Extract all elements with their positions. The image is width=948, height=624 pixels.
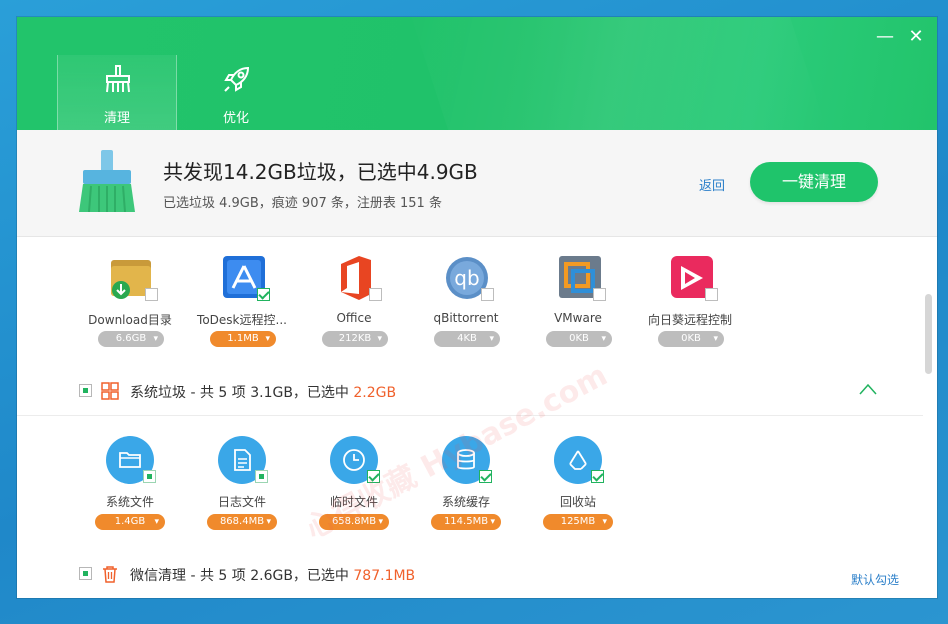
item-checkbox[interactable] <box>145 288 158 301</box>
item-checkbox[interactable] <box>593 288 606 301</box>
item-checkbox[interactable] <box>481 288 494 301</box>
size-dropdown[interactable]: 1.4GB <box>95 514 165 530</box>
category-system-files[interactable]: 系统文件 1.4GB <box>75 436 185 546</box>
section-selected-size: 2.2GB <box>353 385 397 401</box>
app-name: Office <box>336 311 372 325</box>
minimize-button[interactable]: — <box>873 26 897 47</box>
tab-label: 清理 <box>103 111 130 126</box>
section-title: 系统垃圾 - 共 5 项 3.1GB，已选中 2.2GB <box>130 382 396 402</box>
tab-label: 优化 <box>222 111 249 126</box>
one-click-clean-button[interactable]: 一键清理 <box>750 162 878 202</box>
default-select-link[interactable]: 默认勾选 <box>851 571 899 588</box>
size-dropdown[interactable]: 6.6GB <box>98 331 164 347</box>
divider <box>17 415 923 416</box>
svg-text:qb: qb <box>454 266 479 290</box>
section-wechat-clean[interactable]: 微信清理 - 共 5 项 2.6GB，已选中 787.1MB <box>17 555 937 595</box>
app-item-vmware[interactable]: VMware 0KB <box>523 254 633 374</box>
size-dropdown[interactable]: 658.8MB <box>319 514 389 530</box>
category-temp-files[interactable]: 临时文件 658.8MB <box>299 436 409 546</box>
document-icon <box>234 449 251 471</box>
windows-icon <box>101 382 119 400</box>
broom-icon <box>106 65 130 93</box>
vertical-scrollbar[interactable] <box>925 250 932 596</box>
chevron-up-icon[interactable] <box>859 382 877 396</box>
section-title: 微信清理 - 共 5 项 2.6GB，已选中 787.1MB <box>130 565 415 585</box>
app-name: VMware <box>554 311 602 325</box>
app-name: qBittorrent <box>433 311 499 325</box>
item-checkbox[interactable] <box>705 288 718 301</box>
category-log-files[interactable]: 日志文件 868.4MB <box>187 436 297 546</box>
size-dropdown[interactable]: 0KB <box>658 331 724 347</box>
size-dropdown[interactable]: 125MB <box>543 514 613 530</box>
category-system-cache[interactable]: 系统缓存 114.5MB <box>411 436 521 546</box>
close-button[interactable]: ✕ <box>904 26 928 47</box>
category-name: 系统缓存 <box>441 495 490 509</box>
broom-icon <box>79 150 135 212</box>
scan-result-title: 共发现14.2GB垃圾，已选中4.9GB <box>163 160 478 184</box>
app-item-qbittorrent[interactable]: qb qBittorrent 4KB <box>411 254 521 374</box>
app-name: Download目录 <box>88 313 172 327</box>
section-selected-size: 787.1MB <box>353 568 416 584</box>
trash-icon <box>103 566 117 583</box>
size-dropdown[interactable]: 0KB <box>546 331 612 347</box>
item-checkbox[interactable] <box>143 470 156 483</box>
item-checkbox[interactable] <box>257 288 270 301</box>
category-name: 日志文件 <box>217 495 266 509</box>
category-name: 回收站 <box>559 495 596 509</box>
clock-icon <box>343 449 365 471</box>
item-checkbox[interactable] <box>479 470 492 483</box>
size-dropdown[interactable]: 212KB <box>322 331 388 347</box>
item-checkbox[interactable] <box>367 470 380 483</box>
app-item-todesk[interactable]: ToDesk远程控... 1.1MB <box>187 254 297 374</box>
app-window: — ✕ 清理 优化 共发现14.2GB垃圾，已选中4.9GB 已选垃圾 4.9G… <box>17 17 937 598</box>
back-link[interactable]: 返回 <box>699 175 725 194</box>
scan-result-details: 已选垃圾 4.9GB，痕迹 907 条，注册表 151 条 <box>163 196 442 211</box>
tab-optimize[interactable]: 优化 <box>177 55 295 130</box>
rocket-icon <box>224 66 250 92</box>
size-dropdown[interactable]: 868.4MB <box>207 514 277 530</box>
app-item-office[interactable]: Office 212KB <box>299 254 409 374</box>
recycle-icon <box>569 450 587 470</box>
database-icon <box>457 449 475 470</box>
section-system-junk[interactable]: 系统垃圾 - 共 5 项 3.1GB，已选中 2.2GB <box>17 372 937 412</box>
scrollbar-thumb[interactable] <box>925 294 932 374</box>
item-checkbox[interactable] <box>369 288 382 301</box>
scan-summary: 共发现14.2GB垃圾，已选中4.9GB 已选垃圾 4.9GB，痕迹 907 条… <box>17 130 937 237</box>
category-recycle-bin[interactable]: 回收站 125MB <box>523 436 633 546</box>
app-item-sunlogin[interactable]: 向日葵远程控制 0KB <box>635 254 745 374</box>
results-list[interactable]: Download目录 6.6GB ToDesk远程控... 1.1MB Offi… <box>17 237 937 598</box>
app-name: 向日葵远程控制 <box>647 313 732 327</box>
size-dropdown[interactable]: 1.1MB <box>210 331 276 347</box>
size-dropdown[interactable]: 4KB <box>434 331 500 347</box>
item-checkbox[interactable] <box>591 470 604 483</box>
section-checkbox[interactable] <box>79 384 92 397</box>
section-checkbox[interactable] <box>79 567 92 580</box>
section-summary: 微信清理 - 共 5 项 2.6GB，已选中 <box>130 568 354 584</box>
top-navigation-bar: — ✕ 清理 优化 <box>17 17 937 130</box>
category-name: 临时文件 <box>329 495 378 509</box>
tab-clean[interactable]: 清理 <box>57 55 177 130</box>
category-name: 系统文件 <box>105 495 154 509</box>
app-name: ToDesk远程控... <box>197 313 287 327</box>
folder-icon <box>119 452 141 468</box>
item-checkbox[interactable] <box>255 470 268 483</box>
app-item-download[interactable]: Download目录 6.6GB <box>75 254 185 374</box>
size-dropdown[interactable]: 114.5MB <box>431 514 501 530</box>
section-summary: 系统垃圾 - 共 5 项 3.1GB，已选中 <box>130 385 354 401</box>
